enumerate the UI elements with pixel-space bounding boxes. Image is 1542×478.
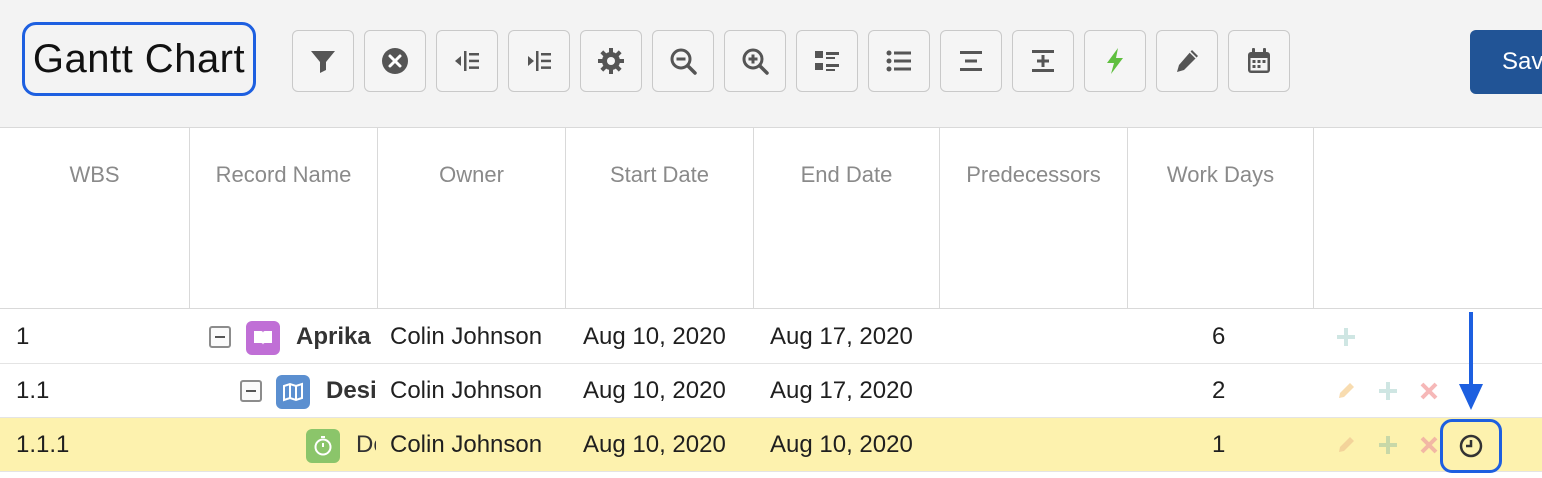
edit-row-button[interactable] <box>1333 378 1359 404</box>
close-icon <box>1420 382 1438 400</box>
owner-cell: Colin Johnson <box>390 323 543 350</box>
wbs-cell: 1.1.1 <box>16 431 70 458</box>
task-stopwatch-icon <box>306 429 340 463</box>
add-row-button[interactable] <box>1375 432 1401 458</box>
lightning-bolt-icon <box>1107 48 1123 74</box>
table-row[interactable]: 1.1.1 De Colin Johnson Aug 10, 2020 Aug … <box>0 418 1542 472</box>
calendar-button[interactable] <box>1228 30 1290 92</box>
collapse-toggle[interactable] <box>240 380 262 402</box>
column-header-work-days[interactable]: Work Days <box>1128 128 1314 308</box>
expand-all-button[interactable] <box>508 30 570 92</box>
owner-cell: Colin Johnson <box>390 431 543 458</box>
column-header-record-name[interactable]: Record Name <box>190 128 378 308</box>
start-date-cell: Aug 10, 2020 <box>583 323 726 350</box>
settings-gear-icon <box>598 48 624 74</box>
owner-cell: Colin Johnson <box>390 377 543 404</box>
close-icon <box>1420 436 1438 454</box>
record-name-cell[interactable]: De <box>356 418 376 472</box>
expand-all-icon <box>528 51 551 71</box>
work-days-cell: 2 <box>1212 377 1226 404</box>
filter-button[interactable] <box>292 30 354 92</box>
calendar-icon <box>1248 48 1270 73</box>
plus-icon <box>1379 382 1397 400</box>
table-row[interactable]: 1 Aprika Colin Johnson Aug 10, 2020 Aug … <box>0 310 1542 364</box>
clock-icon <box>1459 434 1483 458</box>
column-header-predecessors[interactable]: Predecessors <box>940 128 1128 308</box>
edit-button[interactable] <box>1156 30 1218 92</box>
pencil-icon <box>1177 50 1198 72</box>
zoom-out-icon <box>670 48 697 75</box>
column-header-end-date[interactable]: End Date <box>754 128 940 308</box>
delete-row-button[interactable] <box>1416 432 1442 458</box>
add-row-button[interactable] <box>1375 378 1401 404</box>
column-header-owner[interactable]: Owner <box>378 128 566 308</box>
collapse-all-button[interactable] <box>436 30 498 92</box>
work-days-cell: 1 <box>1212 431 1226 458</box>
wbs-cell: 1 <box>16 323 30 350</box>
insert-row-button[interactable] <box>1012 30 1074 92</box>
record-name-cell[interactable]: Desi <box>326 364 376 418</box>
wbs-cell: 1.1 <box>16 377 50 404</box>
outline-view-button[interactable] <box>796 30 858 92</box>
align-button[interactable] <box>940 30 1002 92</box>
start-date-cell: Aug 10, 2020 <box>583 431 726 458</box>
filter-icon <box>311 51 335 73</box>
add-row-button[interactable] <box>1333 324 1359 350</box>
lightning-button[interactable] <box>1084 30 1146 92</box>
list-view-button[interactable] <box>868 30 930 92</box>
align-center-icon <box>960 51 982 71</box>
time-log-button[interactable] <box>1440 419 1502 473</box>
collapse-all-icon <box>455 51 479 71</box>
work-days-cell: 6 <box>1212 323 1226 350</box>
pencil-icon <box>1339 437 1354 452</box>
zoom-out-button[interactable] <box>652 30 714 92</box>
project-book-icon <box>246 321 280 355</box>
plus-icon <box>1337 328 1355 346</box>
settings-button[interactable] <box>580 30 642 92</box>
pencil-icon <box>1339 383 1354 398</box>
zoom-in-button[interactable] <box>724 30 786 92</box>
clear-filter-icon <box>382 48 408 74</box>
column-header-wbs[interactable]: WBS <box>0 128 190 308</box>
collapse-toggle[interactable] <box>209 326 231 348</box>
page-title: Gantt Chart <box>22 22 256 96</box>
save-button[interactable]: Save <box>1470 30 1542 94</box>
zoom-in-icon <box>742 48 769 75</box>
toolbar: Gantt Chart Save <box>0 0 1542 128</box>
insert-row-icon <box>1032 50 1054 72</box>
end-date-cell: Aug 17, 2020 <box>770 377 913 404</box>
grid-header: WBS Record Name Owner Start Date End Dat… <box>0 128 1542 309</box>
end-date-cell: Aug 17, 2020 <box>770 323 913 350</box>
bulleted-list-icon <box>886 50 911 72</box>
edit-row-button[interactable] <box>1333 432 1359 458</box>
table-row[interactable]: 1.1 Desi Colin Johnson Aug 10, 2020 Aug … <box>0 364 1542 418</box>
phase-map-icon <box>276 375 310 409</box>
plus-icon <box>1379 436 1397 454</box>
column-header-actions <box>1314 128 1542 308</box>
outline-list-icon <box>815 51 839 71</box>
clear-filter-button[interactable] <box>364 30 426 92</box>
end-date-cell: Aug 10, 2020 <box>770 431 913 458</box>
annotation-arrow-icon <box>1459 312 1483 410</box>
column-header-start-date[interactable]: Start Date <box>566 128 754 308</box>
delete-row-button[interactable] <box>1416 378 1442 404</box>
start-date-cell: Aug 10, 2020 <box>583 377 726 404</box>
record-name-cell[interactable]: Aprika <box>296 310 376 364</box>
